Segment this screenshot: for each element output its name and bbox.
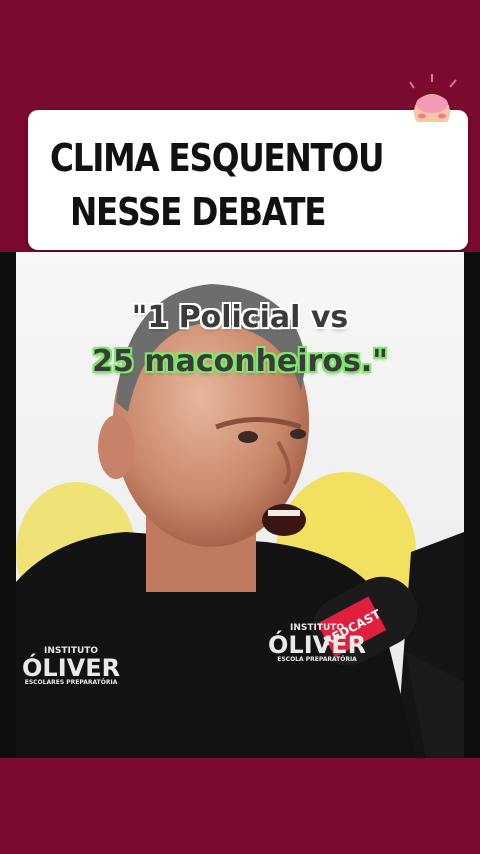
quote-line-2: 25 maconheiros." <box>92 344 388 379</box>
shirt-logo-right-main: ÓLIVER <box>268 631 367 659</box>
title-card: CLIMA ESQUENTOU NESSE DEBATE <box>28 110 468 250</box>
shirt-logo-left-bottom: ESCOLARES PREPARATÓRIA <box>24 679 118 686</box>
video-content: REDCAST INSTITUTO ÓLIVER ESCOLARES PREPA… <box>16 252 464 758</box>
video-frame[interactable]: REDCAST INSTITUTO ÓLIVER ESCOLARES PREPA… <box>0 252 480 758</box>
shirt-logo-left: INSTITUTO ÓLIVER ESCOLARES PREPARATÓRIA <box>22 647 120 686</box>
shirt-logo-left-main: ÓLIVER <box>22 654 121 682</box>
title-line-2: NESSE DEBATE <box>70 190 327 234</box>
shirt-logo-right: INSTITUTO ÓLIVER ESCOLA PREPARATÓRIA <box>268 624 366 663</box>
title-line-1: CLIMA ESQUENTOU <box>50 136 385 180</box>
quote-line-1: "1 Policial vs <box>131 300 349 335</box>
shirt-logo-right-bottom: ESCOLA PREPARATÓRIA <box>277 656 357 663</box>
blushing-emoji-icon <box>409 74 457 122</box>
